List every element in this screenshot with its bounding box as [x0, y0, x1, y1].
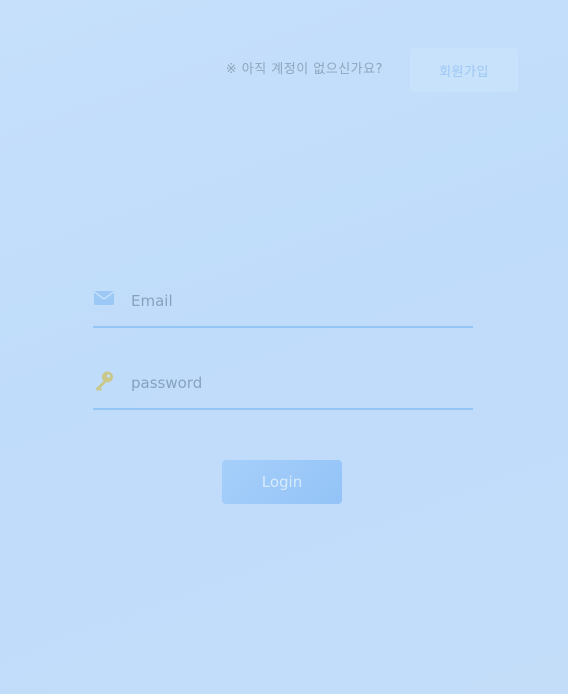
login-button[interactable]: Login — [222, 460, 342, 504]
password-input[interactable] — [131, 364, 461, 402]
top-bar: ※ 아직 계정이 없으신가요? 회원가입 — [0, 48, 568, 92]
email-input[interactable] — [131, 282, 461, 320]
envelope-icon — [93, 288, 115, 310]
password-field — [93, 364, 473, 410]
key-icon — [93, 370, 115, 392]
signup-button[interactable]: 회원가입 — [410, 48, 518, 92]
email-field — [93, 282, 473, 328]
no-account-prompt: ※ 아직 계정이 없으신가요? — [225, 62, 383, 77]
